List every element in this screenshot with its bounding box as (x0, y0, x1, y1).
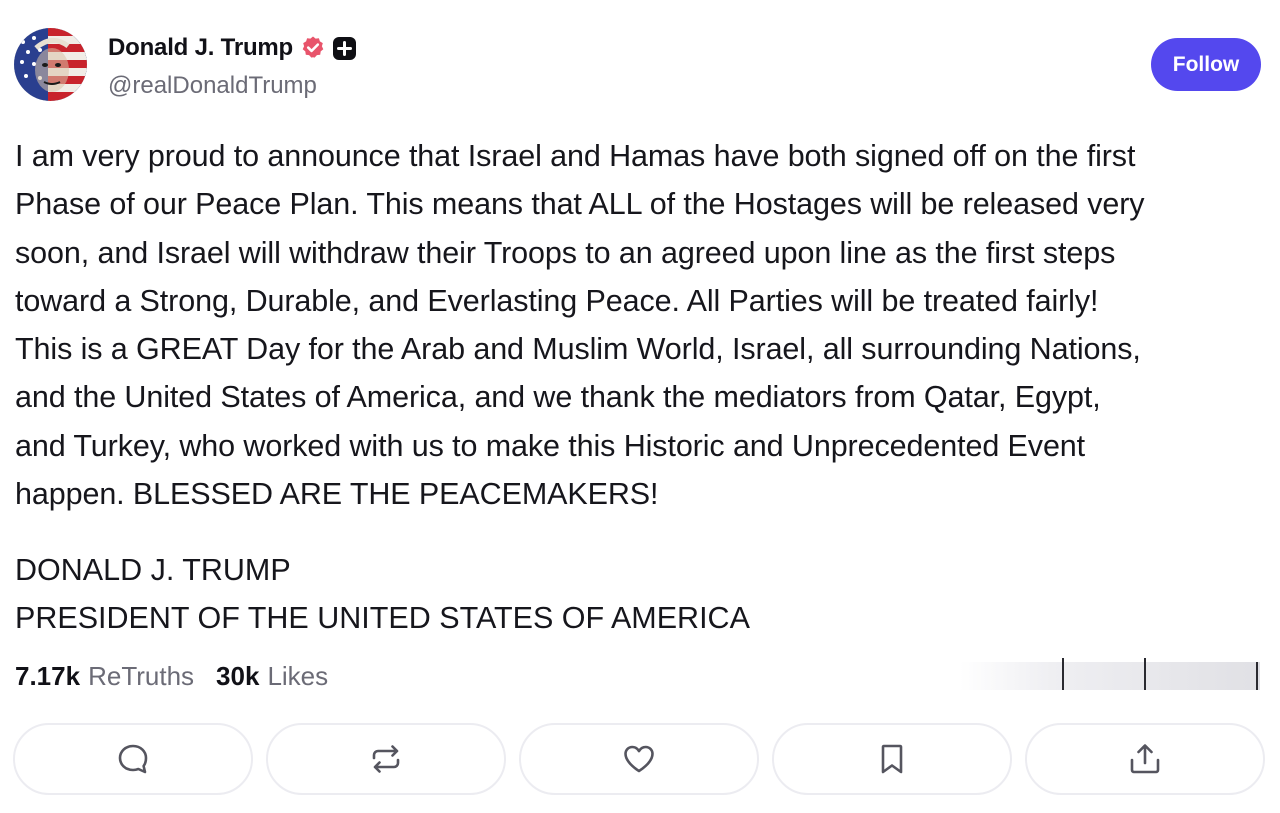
display-name[interactable]: Donald J. Trump (108, 34, 293, 62)
retruths-stat[interactable]: 7.17k ReTruths (15, 661, 194, 692)
post-text-line: happen. BLESSED ARE THE PEACEMAKERS! (15, 477, 659, 512)
post-text-line: I am very proud to announce that Israel … (15, 139, 1136, 173)
faded-tick-mark (1062, 658, 1064, 690)
heart-icon (624, 745, 654, 773)
repost-icon (372, 745, 400, 773)
retruths-label: ReTruths (88, 660, 195, 691)
signature-title: PRESIDENT OF THE UNITED STATES OF AMERIC… (15, 601, 750, 636)
share-button[interactable] (1025, 723, 1265, 795)
post-text-line: and Turkey, who worked with us to make t… (15, 428, 1086, 463)
post-text-line: and the United States of America, and we… (15, 380, 1101, 415)
post-text-line: toward a Strong, Durable, and Everlastin… (15, 283, 1099, 318)
faded-tick-mark (1256, 662, 1258, 690)
faded-overlay (960, 662, 1260, 690)
post-stats: 7.17k ReTruths 30k Likes (15, 656, 350, 696)
signature-name: DONALD J. TRUMP (15, 553, 291, 587)
post-text-line: Phase of our Peace Plan. This means that… (15, 187, 1145, 222)
author-handle[interactable]: @realDonaldTrump (108, 72, 317, 100)
retruth-button[interactable] (266, 723, 506, 795)
comment-icon (118, 744, 148, 774)
like-button[interactable] (519, 723, 759, 795)
likes-label: Likes (267, 660, 329, 691)
verified-badge-icon (300, 35, 326, 61)
bookmark-button[interactable] (772, 723, 1012, 795)
likes-count: 30k (216, 660, 260, 691)
post-text-line: soon, and Israel will withdraw their Tro… (15, 235, 1116, 270)
share-icon (1130, 744, 1160, 774)
follow-button[interactable]: Follow (1151, 38, 1261, 91)
post-actions (13, 723, 1265, 797)
author-name-row: Donald J. Trump (108, 32, 357, 64)
post-card: Donald J. Trump @realDonaldTrump Follow … (0, 0, 1280, 813)
plus-badge-icon (332, 36, 357, 61)
retruths-count: 7.17k (15, 660, 81, 691)
reply-button[interactable] (13, 723, 253, 795)
bookmark-icon (881, 744, 903, 774)
avatar[interactable] (14, 28, 87, 101)
post-text-line: This is a GREAT Day for the Arab and Mus… (15, 332, 1141, 367)
post-text: I am very proud to announce that Israel … (15, 132, 1265, 518)
post-signature: DONALD J. TRUMP PRESIDENT OF THE UNITED … (15, 546, 750, 643)
faded-tick-mark (1144, 658, 1146, 690)
likes-stat[interactable]: 30k Likes (216, 661, 328, 692)
